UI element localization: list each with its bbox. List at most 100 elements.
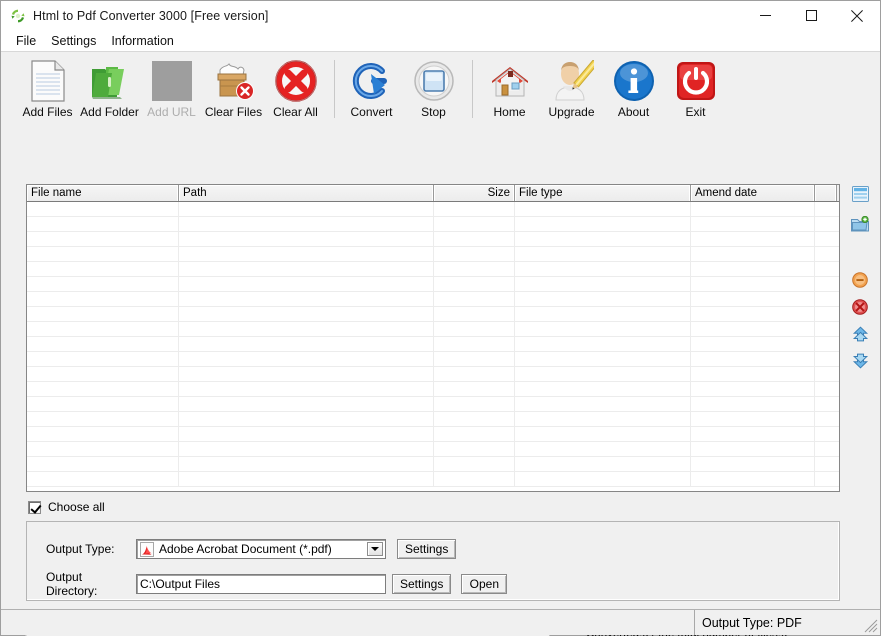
- app-icon: [10, 8, 26, 24]
- folder-add-button[interactable]: [850, 214, 870, 234]
- column-header-size[interactable]: Size: [434, 185, 515, 201]
- table-row[interactable]: [27, 307, 839, 322]
- table-row[interactable]: [27, 232, 839, 247]
- red-cross-circle-icon: [273, 58, 319, 104]
- file-list-body[interactable]: [27, 202, 839, 491]
- toolbar-button-convert[interactable]: Convert: [344, 58, 399, 124]
- table-row[interactable]: [27, 472, 839, 487]
- table-row[interactable]: [27, 352, 839, 367]
- table-cell: [179, 322, 434, 336]
- maximize-icon: [806, 10, 817, 21]
- document-page-icon: [25, 58, 71, 104]
- choose-all-checkbox[interactable]: [28, 501, 41, 514]
- menu-item-file[interactable]: File: [10, 32, 45, 50]
- table-cell: [515, 217, 691, 231]
- menu-item-information[interactable]: Information: [105, 32, 183, 50]
- toolbar-button-upgrade[interactable]: Upgrade: [544, 58, 599, 124]
- list-view-button[interactable]: [850, 184, 870, 204]
- table-cell: [691, 427, 815, 441]
- output-directory-open-button[interactable]: Open: [461, 574, 507, 594]
- table-cell: [815, 262, 837, 276]
- column-header-file-name[interactable]: File name: [27, 185, 179, 201]
- table-row[interactable]: [27, 337, 839, 352]
- table-cell: [27, 232, 179, 246]
- table-cell: [691, 232, 815, 246]
- table-cell: [179, 397, 434, 411]
- table-cell: [815, 427, 837, 441]
- table-row[interactable]: [27, 442, 839, 457]
- table-row[interactable]: [27, 412, 839, 427]
- table-row[interactable]: [27, 202, 839, 217]
- table-cell: [691, 322, 815, 336]
- table-row[interactable]: [27, 277, 839, 292]
- resize-grip-icon[interactable]: [864, 619, 878, 633]
- table-row[interactable]: [27, 322, 839, 337]
- table-row[interactable]: [27, 367, 839, 382]
- toolbar-button-stop[interactable]: Stop: [406, 58, 461, 124]
- table-cell: [815, 322, 837, 336]
- table-cell: [515, 397, 691, 411]
- blue-g-arrow-icon: [349, 58, 395, 104]
- column-header-amend-date[interactable]: Amend date: [691, 185, 815, 201]
- toolbar-button-add-files[interactable]: Add Files: [20, 58, 75, 124]
- table-cell: [691, 277, 815, 291]
- table-cell: [179, 412, 434, 426]
- table-cell: [434, 202, 515, 216]
- main-toolbar: Add Files Add Folder: [1, 52, 880, 126]
- table-row[interactable]: [27, 292, 839, 307]
- column-header-extra[interactable]: [815, 185, 837, 201]
- move-down-button[interactable]: [850, 350, 870, 370]
- table-cell: [434, 457, 515, 471]
- table-row[interactable]: [27, 217, 839, 232]
- output-directory-input[interactable]: C:\Output Files: [136, 574, 386, 594]
- toolbar-button-add-folder[interactable]: Add Folder: [82, 58, 137, 124]
- table-cell: [27, 367, 179, 381]
- table-cell: [27, 472, 179, 486]
- file-list[interactable]: File name Path Size File type Amend date: [26, 184, 840, 492]
- move-up-button[interactable]: [850, 324, 870, 344]
- toolbar-button-clear-files[interactable]: Clear Files: [206, 58, 261, 124]
- toolbar-button-clear-all[interactable]: Clear All: [268, 58, 323, 124]
- output-type-combobox[interactable]: Adobe Acrobat Document (*.pdf): [136, 539, 386, 559]
- table-cell: [691, 442, 815, 456]
- toolbar-label: Add Folder: [80, 105, 139, 119]
- table-cell: [691, 202, 815, 216]
- table-cell: [515, 352, 691, 366]
- menu-item-settings[interactable]: Settings: [45, 32, 105, 50]
- output-type-dropdown-button[interactable]: [367, 542, 383, 556]
- move-up-icon: [852, 326, 869, 343]
- maximize-button[interactable]: [788, 1, 834, 30]
- table-cell: [515, 277, 691, 291]
- table-row[interactable]: [27, 262, 839, 277]
- output-directory-settings-button[interactable]: Settings: [392, 574, 451, 594]
- table-row[interactable]: [27, 457, 839, 472]
- table-cell: [434, 232, 515, 246]
- choose-all-row[interactable]: Choose all: [28, 500, 105, 514]
- column-header-path[interactable]: Path: [179, 185, 434, 201]
- table-cell: [434, 247, 515, 261]
- toolbar-button-home[interactable]: Home: [482, 58, 537, 124]
- toolbar-button-about[interactable]: About: [606, 58, 661, 124]
- table-cell: [691, 367, 815, 381]
- choose-all-label: Choose all: [48, 500, 105, 514]
- toolbar-label: Add Files: [22, 105, 72, 119]
- delete-all-button[interactable]: [850, 297, 870, 317]
- chevron-down-icon: [371, 547, 379, 551]
- table-row[interactable]: [27, 397, 839, 412]
- minimize-button[interactable]: [742, 1, 788, 30]
- table-row[interactable]: [27, 427, 839, 442]
- title-bar: Html to Pdf Converter 3000 [Free version…: [1, 1, 880, 30]
- table-cell: [27, 202, 179, 216]
- table-cell: [179, 307, 434, 321]
- table-row[interactable]: [27, 382, 839, 397]
- file-list-header: File name Path Size File type Amend date: [27, 185, 839, 202]
- output-type-settings-button[interactable]: Settings: [397, 539, 456, 559]
- close-button[interactable]: [834, 1, 880, 30]
- toolbar-button-exit[interactable]: Exit: [668, 58, 723, 124]
- table-cell: [515, 442, 691, 456]
- table-cell: [515, 367, 691, 381]
- table-row[interactable]: [27, 247, 839, 262]
- column-header-file-type[interactable]: File type: [515, 185, 691, 201]
- table-cell: [815, 367, 837, 381]
- remove-button[interactable]: [850, 270, 870, 290]
